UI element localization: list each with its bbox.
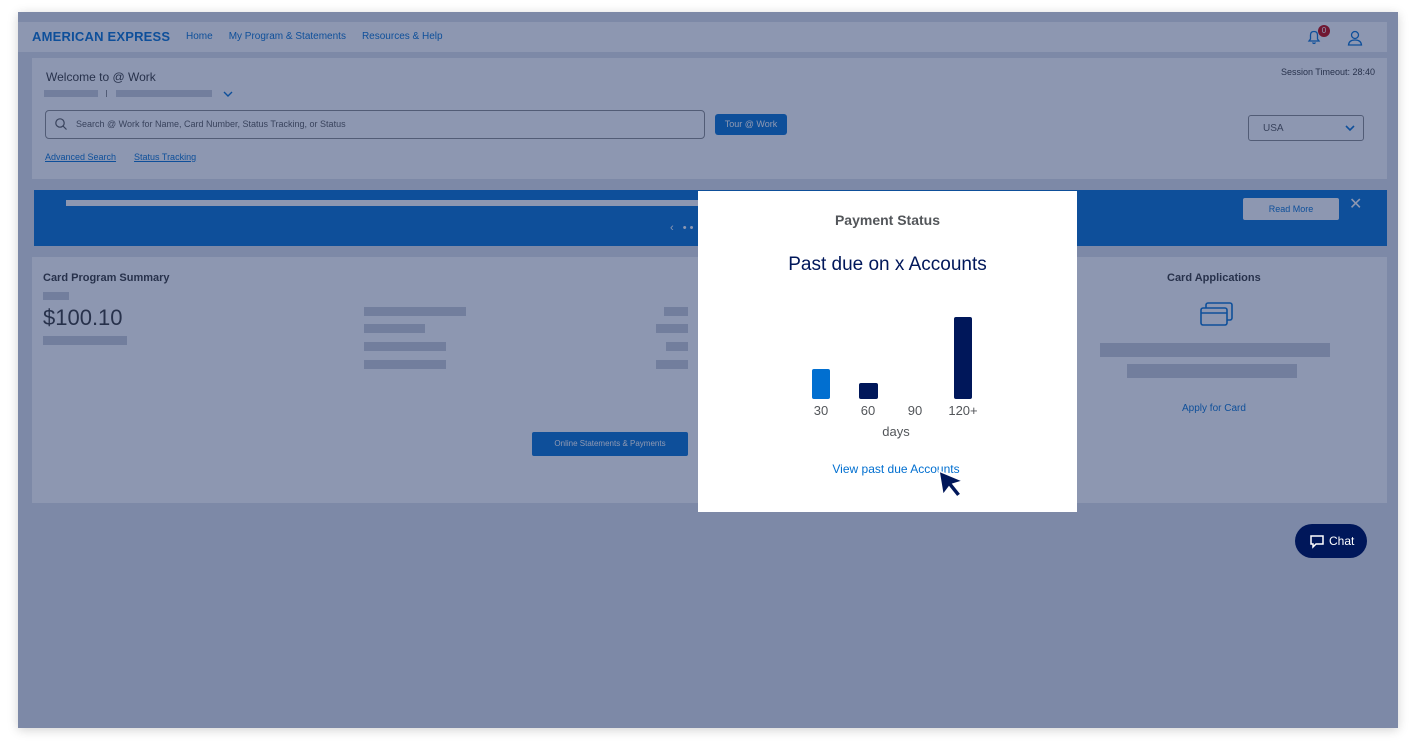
chart-bar-60 [858, 383, 878, 399]
chart-bar-30 [812, 369, 830, 399]
chat-label: Chat [1329, 534, 1355, 548]
chat-button[interactable]: Chat [1295, 524, 1367, 558]
mouse-cursor-icon [938, 469, 966, 499]
modal-heading: Past due on x Accounts [788, 254, 987, 275]
payment-status-modal: Payment Status Past due on x Accounts da… [698, 191, 1077, 512]
chart-tick-label: 60 [860, 403, 876, 418]
chat-bubble-icon [1310, 535, 1324, 549]
chart-tick-label: 120+ [948, 403, 978, 418]
view-past-due-link[interactable]: View past due Accounts [698, 462, 1094, 476]
modal-title: Payment Status [834, 212, 941, 228]
chart-x-axis-label: days [882, 424, 910, 439]
chart-tick-label: 90 [907, 403, 923, 418]
chart-bar-120plus [954, 317, 972, 399]
chart-tick-label: 30 [813, 403, 829, 418]
